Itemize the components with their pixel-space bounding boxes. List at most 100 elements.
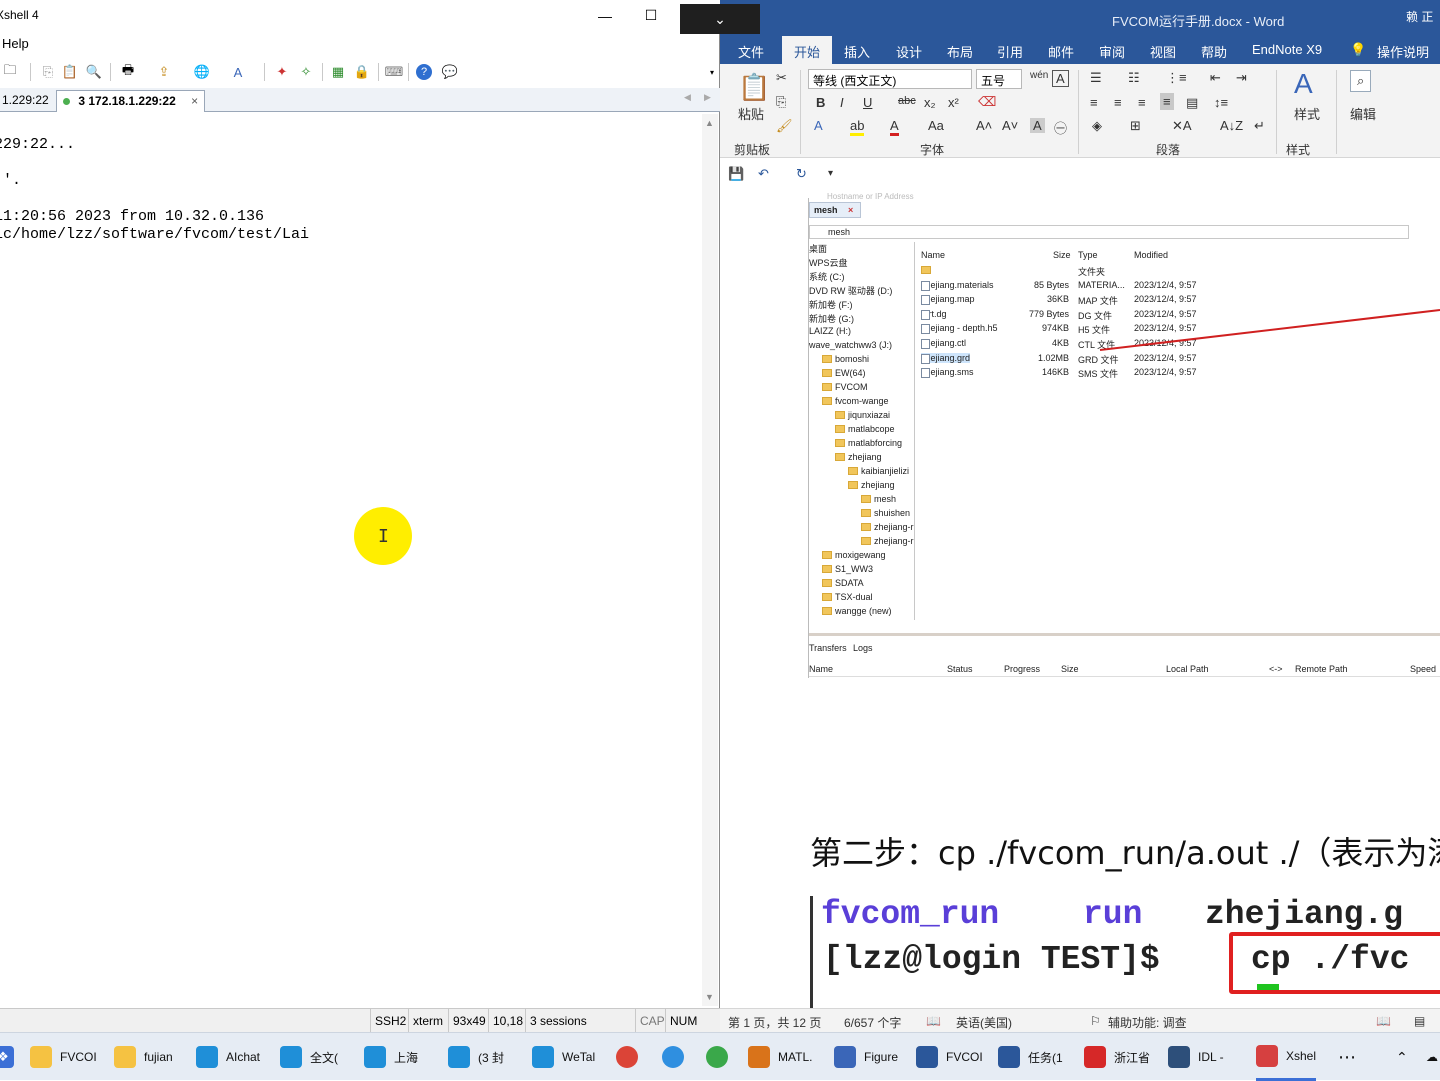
taskbar-app[interactable]: IDL - [1168,1033,1224,1081]
taskbar-app[interactable]: WeTal [532,1033,595,1081]
tab-session-1[interactable]: 1.229:22 [0,90,55,112]
taskbar-app[interactable]: FVCOI [30,1033,97,1081]
font-color-icon[interactable]: A [890,118,899,136]
tab-home[interactable]: 开始 [782,36,833,64]
tab-session-3[interactable]: 3 172.18.1.229:22 × [56,90,206,112]
show-marks-icon[interactable]: ↵ [1254,118,1265,134]
chat-icon[interactable]: 💬 [440,62,460,82]
bullets-icon[interactable]: ☰ [1090,70,1102,86]
more-icon[interactable]: ⋯ [1338,1033,1356,1081]
sync-icon[interactable] [706,1033,736,1081]
minimize-button[interactable]: — [582,0,628,31]
print-icon[interactable]: 🖶 [118,62,138,82]
print-layout-icon[interactable]: ▤ [1414,1014,1425,1028]
align-left-icon[interactable]: ≡ [1090,95,1098,110]
accessibility-icon[interactable]: ⚐ [1090,1014,1101,1028]
redo-icon[interactable]: ↻ [796,166,807,182]
shading-icon[interactable]: ◈ [1092,118,1102,134]
paste-icon[interactable]: 📋 [60,62,80,82]
distributed-icon[interactable]: ▤ [1186,95,1198,111]
taskbar-app[interactable]: AIchat [196,1033,260,1081]
superscript-icon[interactable]: x² [948,95,959,110]
borders-icon[interactable]: ⊞ [1130,118,1141,134]
scroll-up-icon[interactable]: ▲ [705,118,714,128]
taskbar-app[interactable]: 上海 [364,1033,418,1081]
tab-help[interactable]: 帮助 [1201,42,1227,61]
status-accessibility[interactable]: 辅助功能: 调查 [1108,1014,1187,1031]
styles-button[interactable]: 样式 [1294,104,1320,123]
numbering-icon[interactable]: ☷ [1128,70,1140,86]
tab-scroll-right-icon[interactable]: ▶ [704,92,711,103]
proofing-icon[interactable]: 📖 [926,1014,941,1028]
chinese-layout-icon[interactable]: ✕A [1172,118,1192,134]
format-painter-icon[interactable]: 🖌 [776,118,793,134]
grow-font-icon[interactable]: A˄ [976,118,992,133]
terminal-area[interactable]: 229:22... ]'. 11:20:56 2023 from 10.32.0… [0,114,702,1006]
phonetic-guide-icon[interactable]: wén [1030,70,1048,81]
editing-button[interactable]: 编辑 [1350,104,1376,123]
toolbar-overflow-icon[interactable]: ▾ [702,62,722,82]
taskbar-app[interactable]: FVCOI [916,1033,983,1081]
status-words[interactable]: 6/657 个字 [844,1014,901,1031]
tab-file[interactable]: 文件 [738,42,764,61]
paste-icon[interactable]: 📋 [738,72,770,103]
layout-icon[interactable]: ▦ [328,62,348,82]
copy-icon[interactable]: ⎘ [776,94,786,110]
document-page[interactable]: Hostname or IP Address mesh × mesh 桌面 WPS… [720,192,1440,1008]
paste-button[interactable]: 粘贴 [738,104,764,123]
shrink-font-icon[interactable]: A˅ [1002,118,1018,133]
customize-qat-icon[interactable]: ▾ [828,168,833,179]
highlight-icon[interactable]: ab [850,118,865,136]
enclose-char-icon[interactable]: ㊀ [1054,118,1067,137]
bold-icon[interactable]: B [816,95,825,110]
maximize-button[interactable]: ☐ [628,0,674,31]
align-center-icon[interactable]: ≡ [1114,95,1122,110]
mail-icon[interactable] [662,1033,692,1081]
status-language[interactable]: 英语(美国) [956,1014,1012,1031]
copy-icon[interactable]: ⎘ [38,62,58,82]
font-icon[interactable]: A [228,62,248,82]
taskbar-app[interactable]: Xshel [1256,1033,1317,1081]
decrease-indent-icon[interactable]: ⇤ [1210,70,1221,86]
save-icon[interactable]: 💾 [728,166,744,182]
xftp-icon[interactable]: ✦ [272,62,292,82]
menu-help[interactable]: Help [2,36,29,51]
taskbar-app[interactable]: (3 封 [448,1033,504,1081]
font-size-combo[interactable]: 五号 [976,69,1022,89]
underline-icon[interactable]: U [863,95,872,110]
tab-design[interactable]: 设计 [896,42,922,61]
italic-icon[interactable]: I [840,95,844,110]
chrome-icon[interactable] [616,1033,646,1081]
strikethrough-icon[interactable]: abc [898,95,916,107]
tray-expand-icon[interactable]: ⌃ [1396,1033,1408,1081]
taskbar-app[interactable]: fujian [114,1033,173,1081]
xmanager-icon[interactable]: ✧ [296,62,316,82]
increase-indent-icon[interactable]: ⇥ [1236,70,1247,86]
line-spacing-icon[interactable]: ↕≡ [1214,95,1228,110]
cloud-icon[interactable]: ☁ [1426,1033,1438,1081]
tab-scroll-left-icon[interactable]: ◀ [684,92,691,103]
taskbar-app[interactable]: 浙江省 [1084,1033,1150,1081]
multilevel-list-icon[interactable]: ⋮≡ [1166,70,1187,86]
cut-icon[interactable]: ✂ [776,70,787,86]
tab-view[interactable]: 视图 [1150,42,1176,61]
align-right-icon[interactable]: ≡ [1138,95,1146,110]
taskbar-app[interactable]: Figure [834,1033,898,1081]
styles-icon[interactable]: A [1294,68,1313,100]
terminal-scrollbar[interactable]: ▲ ▼ [702,114,718,1006]
close-tab-icon[interactable]: × [191,94,198,108]
tab-mailings[interactable]: 邮件 [1048,42,1074,61]
taskbar-app[interactable]: 任务(1 [998,1033,1063,1081]
scroll-down-icon[interactable]: ▼ [705,992,714,1002]
read-mode-icon[interactable]: 📖 [1376,1014,1391,1028]
tab-insert[interactable]: 插入 [844,42,870,61]
transfer-icon[interactable]: ⇪ [154,62,174,82]
clear-format-icon[interactable]: ⌫ [978,94,996,110]
taskbar-app[interactable]: MATL. [748,1033,812,1081]
char-shading-icon[interactable]: A [1030,118,1045,133]
subscript-icon[interactable]: x₂ [924,95,936,110]
start-icon[interactable]: ❖ [0,1033,22,1081]
open-session-icon[interactable]: 🗀 [0,62,20,82]
taskbar-app[interactable]: 全文( [280,1033,338,1081]
tab-endnote[interactable]: EndNote X9 [1252,42,1322,57]
